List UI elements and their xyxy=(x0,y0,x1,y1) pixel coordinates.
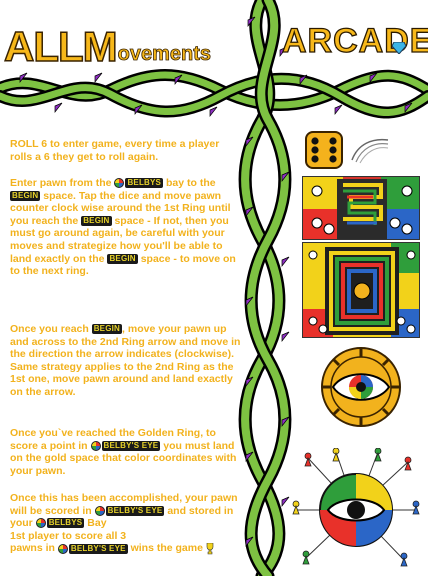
golden-ring-eye xyxy=(321,347,401,427)
rule-roll-six: ROLL 6 to enter game, every time a playe… xyxy=(10,138,220,163)
rule-scoring: Once this has been accomplished, your pa… xyxy=(10,492,238,555)
rule-golden-ring: Once you`ve reached the Golden Ring, to … xyxy=(10,427,237,477)
board-preview-1 xyxy=(302,176,420,240)
gem-icon xyxy=(392,42,406,54)
trophy-icon xyxy=(206,542,214,554)
rule-second-ring: Once you reach BEGIN, move your pawn up … xyxy=(10,323,241,398)
rule-enter-pawn: Enter pawn from the BELBYS bay to the BE… xyxy=(10,177,236,278)
belbys-eye-target xyxy=(292,448,420,567)
logo-arcade: ARCADE xyxy=(281,21,428,60)
roll-swoosh-icon xyxy=(351,138,389,164)
logo-allmovements: ALL Movements xyxy=(3,23,212,70)
belbys-eye-icon xyxy=(94,505,105,516)
belbys-eye-icon xyxy=(57,543,68,554)
board-illustration-2 xyxy=(303,243,419,337)
belbys-eye-icon xyxy=(35,518,46,529)
belbys-eye-icon xyxy=(114,178,125,189)
board-illustration-1 xyxy=(303,177,419,239)
board-preview-2 xyxy=(302,242,420,338)
belbys-eye-icon xyxy=(90,440,101,451)
dice-icon[interactable] xyxy=(304,130,344,170)
